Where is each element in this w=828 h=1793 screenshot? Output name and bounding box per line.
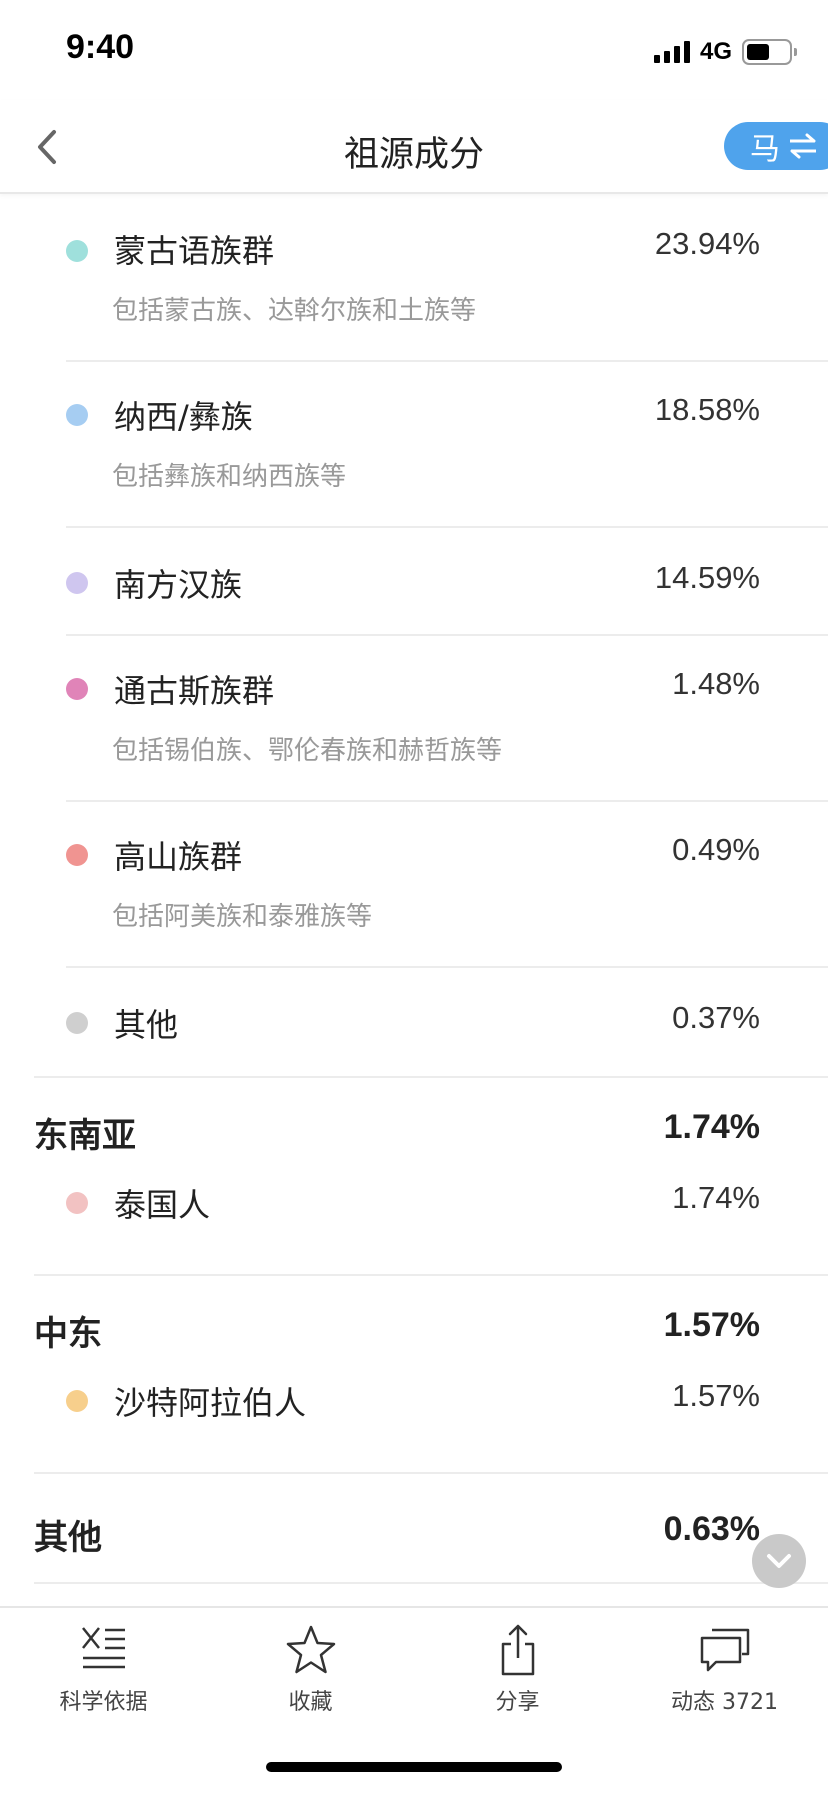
dna-icon [81,1627,125,1669]
item-percent: 0.37% [672,1000,760,1035]
item-name: 泰国人 [114,1186,211,1224]
status-bar: 9:40 4G [0,0,828,100]
region-name: 中东 [34,1314,102,1354]
tab-label: 收藏 [288,1690,333,1715]
color-dot [66,1390,88,1412]
signal-icon [653,41,690,63]
home-indicator[interactable] [266,1762,562,1772]
region-percent: 1.74% [663,1108,760,1146]
list-item[interactable]: 沙特阿拉伯人 1.57% [66,1364,828,1472]
color-dot [66,404,88,426]
item-name: 蒙古语族群 [114,232,275,270]
item-name: 高山族群 [114,838,243,876]
switch-profile-button[interactable]: 马 [724,122,828,170]
color-dot [66,678,88,700]
list-item[interactable]: 高山族群 0.49% 包括阿美族和泰雅族等 [66,802,828,968]
region-name: 东南亚 [34,1116,136,1156]
item-percent: 1.48% [672,666,760,701]
item-description: 包括彝族和纳西族等 [112,462,347,492]
divider [34,1582,828,1584]
region-percent: 1.57% [663,1306,760,1344]
ancestry-list: 蒙古语族群 23.94% 包括蒙古族、达斡尔族和土族等 纳西/彝族 18.58%… [0,196,828,1584]
status-time: 9:40 [66,28,135,66]
network-label: 4G [699,38,732,65]
chat-bubbles-icon [700,1628,749,1672]
star-icon [286,1625,335,1674]
tab-label: 分享 [495,1690,540,1715]
item-percent: 1.74% [672,1180,760,1215]
tab-share[interactable]: 分享 [414,1608,621,1716]
region-percent: 0.63% [663,1510,760,1548]
share-icon [501,1624,534,1676]
nav-bar: 祖源成分 马 [0,100,828,194]
tab-favorite[interactable]: 收藏 [207,1608,414,1716]
item-name: 南方汉族 [114,566,243,604]
swap-arrows-icon [790,133,816,159]
bottom-toolbar: 科学依据 收藏 分享 动态 3721 [0,1606,828,1716]
item-description: 包括锡伯族、鄂伦春族和赫哲族等 [112,736,503,766]
list-item[interactable]: 蒙古语族群 23.94% 包括蒙古族、达斡尔族和土族等 [66,196,828,362]
region-header[interactable]: 东南亚 1.74% [34,1078,828,1166]
color-dot [66,844,88,866]
tab-label: 科学依据 [59,1690,148,1715]
region-header[interactable]: 中东 1.57% [34,1276,828,1364]
status-indicators: 4G [653,38,797,66]
item-percent: 0.49% [672,832,760,867]
tab-science[interactable]: 科学依据 [0,1608,207,1716]
item-percent: 18.58% [654,392,760,427]
scroll-down-button[interactable] [752,1534,806,1588]
item-name: 通古斯族群 [114,672,275,710]
item-description: 包括阿美族和泰雅族等 [112,902,373,932]
item-percent: 14.59% [654,560,760,595]
list-item[interactable]: 泰国人 1.74% [66,1166,828,1274]
color-dot [66,1192,88,1214]
list-item[interactable]: 南方汉族 14.59% [66,528,828,636]
list-item[interactable]: 纳西/彝族 18.58% 包括彝族和纳西族等 [66,362,828,528]
item-name: 纳西/彝族 [114,398,253,436]
battery-icon [742,39,797,65]
switch-label: 马 [750,132,780,167]
tab-label: 动态 3721 [671,1690,778,1715]
list-item[interactable]: 其他 0.37% [66,968,828,1076]
item-description: 包括蒙古族、达斡尔族和土族等 [112,296,477,326]
item-name: 其他 [114,1006,179,1044]
chevron-down-icon [767,1554,791,1568]
item-name: 沙特阿拉伯人 [114,1384,307,1422]
color-dot [66,572,88,594]
region-header[interactable]: 其他 0.63% [34,1474,828,1582]
color-dot [66,240,88,262]
list-item[interactable]: 通古斯族群 1.48% 包括锡伯族、鄂伦春族和赫哲族等 [66,636,828,802]
page-title: 祖源成分 [343,135,484,175]
tab-activity[interactable]: 动态 3721 [621,1608,828,1716]
region-name: 其他 [34,1518,102,1558]
item-percent: 23.94% [654,226,760,261]
color-dot [66,1012,88,1034]
item-percent: 1.57% [672,1378,760,1413]
